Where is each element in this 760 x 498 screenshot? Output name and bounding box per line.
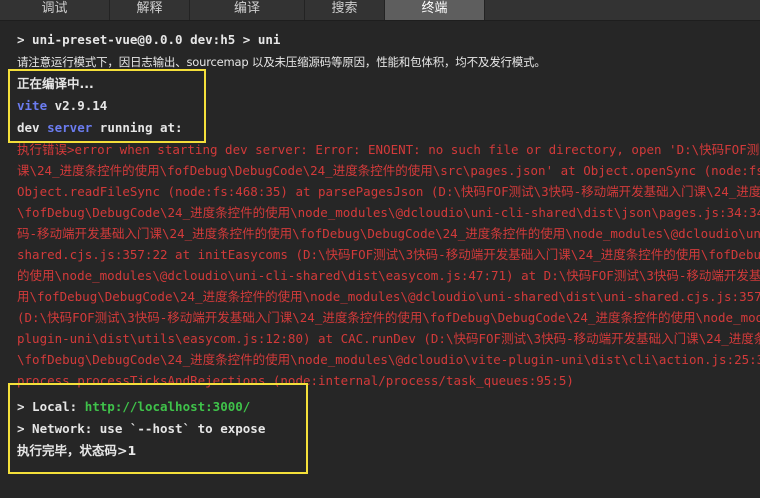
local-line: > Local: http://localhost:3000/ (17, 398, 250, 416)
local-label: > Local: (17, 399, 85, 414)
local-url-link[interactable]: http://localhost:3000/ (85, 399, 251, 414)
tab-explain[interactable]: 解释 (110, 0, 190, 20)
tab-search[interactable]: 搜索 (305, 0, 385, 20)
error-line: 课\24_进度条控件的使用\fofDebug\DebugCode\24_进度条控… (17, 163, 760, 178)
error-line: 执行错误>error when starting dev server: Err… (17, 142, 760, 157)
error-line: plugin-uni\dist\utils\easycom.js:12:80) … (17, 331, 760, 346)
compiling-line: 正在编译中... (17, 76, 94, 91)
error-line: \fofDebug\DebugCode\24_进度条控件的使用\node_mod… (17, 205, 760, 220)
exit-status-line: 执行完毕，状态码>1 (17, 443, 137, 458)
vite-version: v2.9.14 (47, 98, 108, 113)
vite-keyword: vite (17, 98, 48, 113)
panel-tab-bar: 调试 解释 编译 搜索 终端 (0, 0, 760, 21)
error-line: 的使用\node_modules\@dcloudio\uni-cli-share… (17, 268, 760, 283)
server-keyword: server (47, 120, 93, 135)
error-line: (D:\快码FOF测试\3快码-移动端开发基础入门课\24_进度条控件的使用\f… (17, 310, 760, 325)
dev-prefix: dev (17, 120, 48, 135)
dev-suffix: running at: (92, 120, 183, 135)
command-line: > uni-preset-vue@0.0.0 dev:h5 > uni (17, 32, 281, 47)
error-line: process.processTicksAndRejections (node:… (17, 373, 574, 388)
error-line: 码-移动端开发基础入门课\24_进度条控件的使用\fofDebug\DebugC… (17, 226, 760, 241)
network-line: > Network: use `--host` to expose (17, 421, 266, 436)
notice-line: 请注意运行模式下，因日志输出、sourcemap 以及未压缩源码等原因，性能和包… (17, 55, 546, 69)
error-line: 用\fofDebug\DebugCode\24_进度条控件的使用\node_mo… (17, 289, 760, 304)
error-line: shared.cjs.js:357:22 at initEasycoms (D:… (17, 247, 760, 262)
tab-terminal[interactable]: 终端 (385, 0, 485, 20)
error-line: Object.readFileSync (node:fs:468:35) at … (17, 184, 760, 199)
dev-server-line: dev server running at: (17, 119, 183, 137)
error-line: \fofDebug\DebugCode\24_进度条控件的使用\node_mod… (17, 352, 760, 367)
vite-version-line: vite v2.9.14 (17, 97, 107, 115)
terminal-output[interactable]: > uni-preset-vue@0.0.0 dev:h5 > uni 请注意运… (0, 21, 760, 498)
tab-debug[interactable]: 调试 (0, 0, 110, 20)
tab-compile[interactable]: 编译 (190, 0, 305, 20)
